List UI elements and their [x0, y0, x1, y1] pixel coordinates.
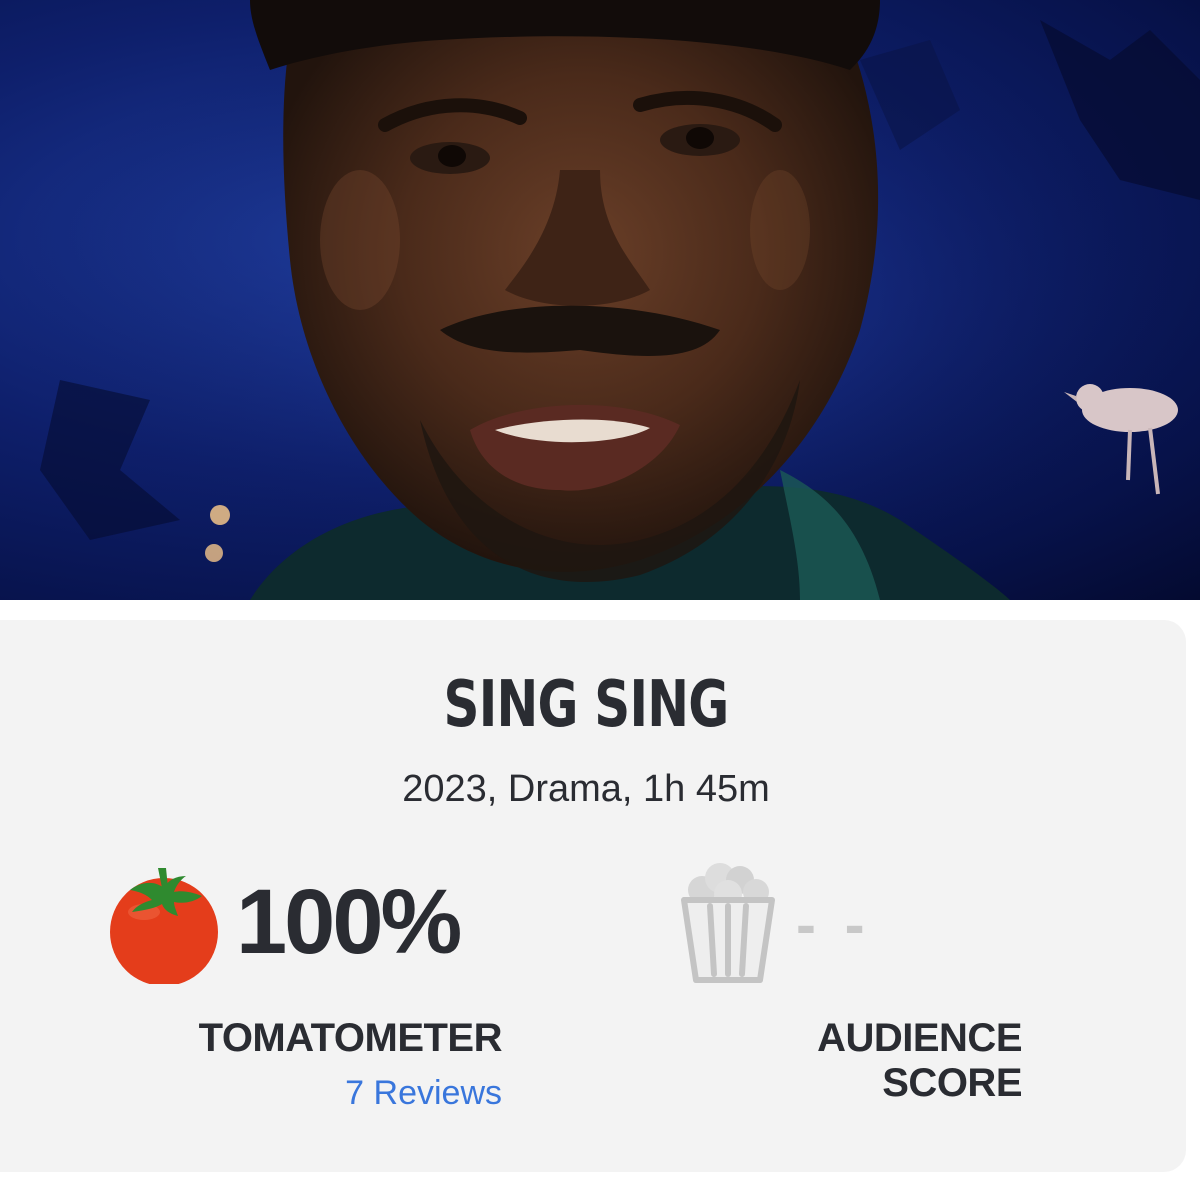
tomato-icon: [110, 868, 218, 984]
movie-still-illustration: [0, 0, 1200, 600]
movie-still-image: [0, 0, 1200, 600]
tomatometer-score: 100%: [236, 871, 462, 973]
tomatometer-label: TOMATOMETER: [198, 1016, 503, 1060]
reviews-link[interactable]: 7 Reviews: [300, 1074, 502, 1113]
audience-score: - -: [796, 891, 871, 958]
audience-score-label: AUDIENCE SCORE: [817, 1016, 1022, 1105]
movie-meta: 2023, Drama, 1h 45m: [402, 768, 770, 810]
popcorn-icon: [681, 863, 775, 983]
movie-card-page: SING SING 2023, Drama, 1h 45m 100% - - T…: [0, 0, 1200, 1200]
movie-title: SING SING: [443, 668, 730, 742]
